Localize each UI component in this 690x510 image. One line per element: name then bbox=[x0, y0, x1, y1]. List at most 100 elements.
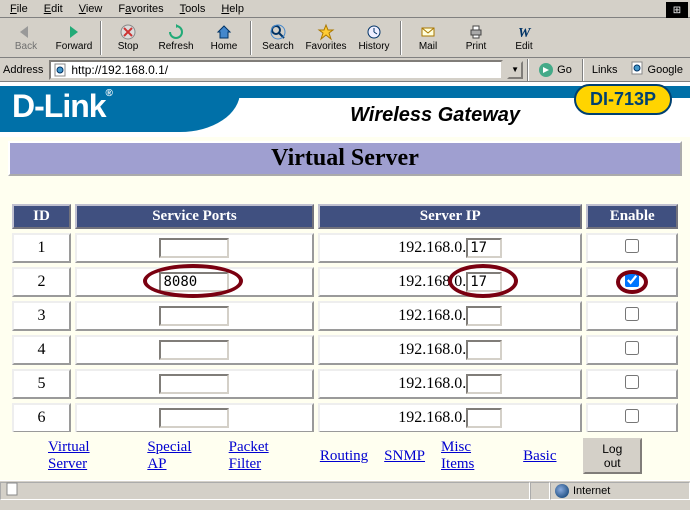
page-title: Virtual Server bbox=[8, 141, 682, 176]
mail-button[interactable]: Mail bbox=[404, 19, 452, 57]
url-input[interactable] bbox=[71, 63, 499, 77]
server-ip-input[interactable] bbox=[466, 408, 502, 428]
table-row: 5192.168.0. bbox=[12, 369, 678, 399]
address-label: Address bbox=[3, 64, 45, 76]
cell-ports bbox=[75, 403, 314, 433]
enable-checkbox[interactable] bbox=[625, 409, 639, 423]
menu-edit[interactable]: Edit bbox=[36, 2, 71, 15]
cell-ip: 192.168.0. bbox=[318, 301, 582, 331]
ip-prefix: 192.168.0. bbox=[398, 409, 466, 426]
server-ip-input[interactable] bbox=[466, 272, 502, 292]
ip-prefix: 192.168.0. bbox=[398, 273, 466, 290]
windows-logo-icon: ⊞ bbox=[666, 2, 688, 18]
gateway-label: Wireless Gateway bbox=[350, 104, 520, 127]
table-row: 2192.168.0. bbox=[12, 267, 678, 297]
home-icon bbox=[216, 23, 232, 41]
nav-snmp[interactable]: SNMP bbox=[384, 448, 425, 465]
menu-favorites[interactable]: Favorites bbox=[110, 2, 171, 15]
links-label: Links bbox=[588, 64, 622, 76]
cell-id: 4 bbox=[12, 335, 71, 365]
mail-icon bbox=[420, 23, 436, 41]
cell-id: 3 bbox=[12, 301, 71, 331]
dlink-logo: D-Link® bbox=[12, 88, 112, 125]
logout-button[interactable]: Log out bbox=[583, 438, 642, 474]
print-icon bbox=[468, 23, 484, 41]
service-port-input[interactable] bbox=[159, 374, 229, 394]
cell-enable bbox=[586, 369, 678, 399]
back-button[interactable]: Back bbox=[2, 19, 50, 57]
cell-ip: 192.168.0. bbox=[318, 233, 582, 263]
address-dropdown-button[interactable]: ▼ bbox=[507, 61, 523, 79]
server-ip-input[interactable] bbox=[466, 238, 502, 258]
service-port-input[interactable] bbox=[159, 272, 229, 292]
address-bar: Address ▼ Go Links Google bbox=[0, 58, 690, 82]
service-port-input[interactable] bbox=[159, 340, 229, 360]
search-icon bbox=[270, 23, 286, 41]
enable-checkbox[interactable] bbox=[625, 273, 639, 287]
server-ip-input[interactable] bbox=[466, 306, 502, 326]
refresh-button[interactable]: Refresh bbox=[152, 19, 200, 57]
nav-virtual-server[interactable]: Virtual Server bbox=[48, 439, 131, 473]
status-bar: Internet bbox=[0, 480, 690, 500]
cell-ports bbox=[75, 335, 314, 365]
col-header-id: ID bbox=[12, 204, 71, 229]
cell-id: 6 bbox=[12, 403, 71, 433]
forward-arrow-icon bbox=[66, 23, 82, 41]
toolbar-separator bbox=[250, 21, 252, 55]
links-google[interactable]: Google bbox=[626, 61, 687, 78]
go-button[interactable]: Go bbox=[533, 62, 578, 78]
server-ip-input[interactable] bbox=[466, 340, 502, 360]
ip-prefix: 192.168.0. bbox=[398, 375, 466, 392]
separator bbox=[582, 59, 584, 81]
model-badge: DI-713P bbox=[574, 84, 672, 115]
forward-button[interactable]: Forward bbox=[50, 19, 98, 57]
refresh-icon bbox=[168, 23, 184, 41]
service-port-input[interactable] bbox=[159, 306, 229, 326]
separator bbox=[527, 59, 529, 81]
cell-ports bbox=[75, 369, 314, 399]
status-zone-pane: Internet bbox=[550, 482, 690, 500]
enable-checkbox[interactable] bbox=[625, 307, 639, 321]
links-google-label: Google bbox=[648, 64, 683, 76]
back-arrow-icon bbox=[18, 23, 34, 41]
home-button[interactable]: Home bbox=[200, 19, 248, 57]
cell-enable bbox=[586, 301, 678, 331]
menu-view[interactable]: View bbox=[71, 2, 111, 15]
search-button[interactable]: Search bbox=[254, 19, 302, 57]
col-header-enable: Enable bbox=[586, 204, 678, 229]
page-icon bbox=[53, 63, 67, 77]
table-row: 6 192.168.0. bbox=[12, 403, 678, 433]
ip-prefix: 192.168.0. bbox=[398, 341, 466, 358]
cell-ports bbox=[75, 267, 314, 297]
address-field[interactable] bbox=[49, 60, 503, 80]
favorites-button[interactable]: Favorites bbox=[302, 19, 350, 57]
internet-zone-icon bbox=[555, 484, 569, 498]
service-port-input[interactable] bbox=[159, 408, 229, 428]
edit-button[interactable]: W Edit bbox=[500, 19, 548, 57]
history-button[interactable]: History bbox=[350, 19, 398, 57]
nav-packet-filter[interactable]: Packet Filter bbox=[229, 439, 304, 473]
bottom-nav: Virtual Server Special AP Packet Filter … bbox=[8, 432, 682, 480]
service-port-input[interactable] bbox=[159, 238, 229, 258]
enable-checkbox[interactable] bbox=[625, 341, 639, 355]
cell-enable bbox=[586, 335, 678, 365]
print-button[interactable]: Print bbox=[452, 19, 500, 57]
nav-basic[interactable]: Basic bbox=[523, 448, 556, 465]
server-ip-input[interactable] bbox=[466, 374, 502, 394]
nav-misc-items[interactable]: Misc Items bbox=[441, 439, 507, 473]
menu-help[interactable]: Help bbox=[213, 2, 252, 15]
cell-ip: 192.168.0. bbox=[318, 369, 582, 399]
enable-checkbox[interactable] bbox=[625, 239, 639, 253]
nav-special-ap[interactable]: Special AP bbox=[147, 439, 212, 473]
table-row: 1192.168.0. bbox=[12, 233, 678, 263]
menu-file[interactable]: File bbox=[2, 2, 36, 15]
nav-routing[interactable]: Routing bbox=[320, 448, 368, 465]
stop-button[interactable]: Stop bbox=[104, 19, 152, 57]
stop-icon bbox=[120, 23, 136, 41]
page-icon bbox=[630, 61, 644, 78]
router-header: D-Link® Wireless Gateway DI-713P bbox=[0, 82, 690, 137]
ip-prefix: 192.168.0. bbox=[398, 239, 466, 256]
enable-checkbox[interactable] bbox=[625, 375, 639, 389]
favorites-icon bbox=[318, 23, 334, 41]
menu-tools[interactable]: Tools bbox=[172, 2, 214, 15]
